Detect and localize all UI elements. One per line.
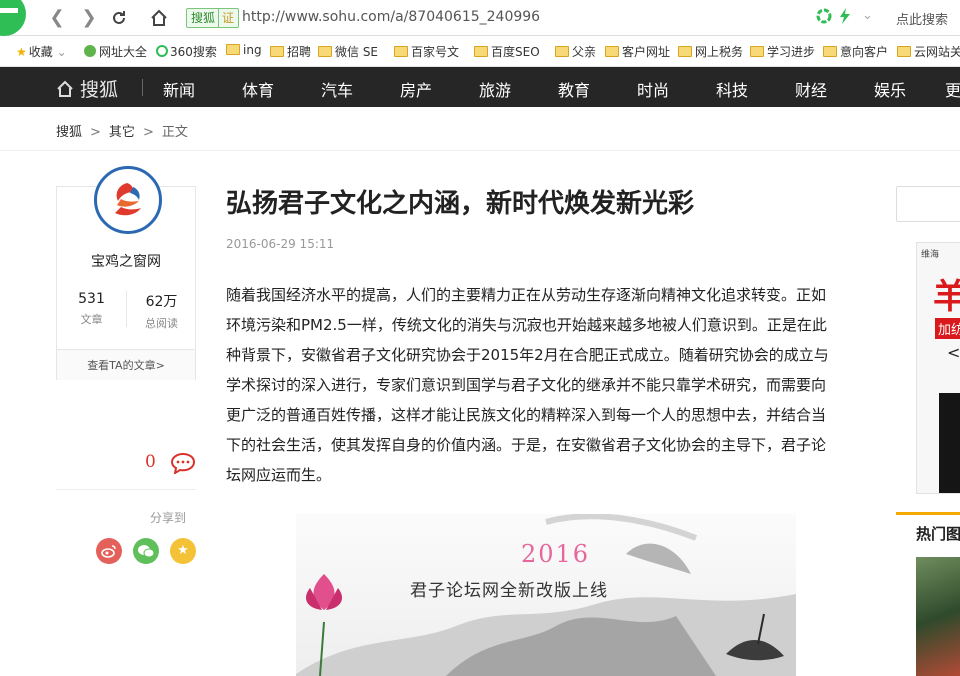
divider: [0, 150, 960, 151]
home-icon[interactable]: [146, 5, 172, 31]
home-icon: [57, 80, 73, 97]
divider: [142, 79, 143, 96]
url-field[interactable]: 搜狐证 http://www.sohu.com/a/87040615_24099…: [180, 5, 890, 31]
ad-product-image: [939, 393, 960, 493]
site-brand[interactable]: 搜狐: [56, 75, 118, 102]
nav-link[interactable]: 教育: [558, 77, 590, 101]
bookmark-item[interactable]: 意向客户: [823, 43, 888, 60]
sidebar-search-input[interactable]: [896, 186, 960, 222]
star-icon: ★: [177, 543, 189, 558]
folder-icon: [555, 46, 569, 57]
bookmark-item[interactable]: 学习进步: [750, 43, 815, 60]
article-title: 弘扬君子文化之内涵，新时代焕发新光彩: [226, 189, 695, 219]
bookmark-item[interactable]: ing: [226, 43, 262, 57]
star-icon: ★: [16, 45, 27, 59]
search-hint[interactable]: 点此搜索: [896, 9, 948, 28]
globe-icon: [84, 45, 96, 57]
bookmark-item[interactable]: ★ 收藏 ⌄: [16, 43, 67, 60]
refresh-icon[interactable]: [106, 5, 132, 31]
article-paragraph: 随着我国经济水平的提高，人们的主要精力正在从劳动生存逐渐向精神文化追求转变。正如…: [226, 286, 829, 484]
site-verified-badge[interactable]: 搜狐证: [186, 8, 240, 28]
wechat-icon: [138, 545, 155, 558]
stat-articles: 531 文章: [78, 291, 105, 326]
avatar[interactable]: [94, 166, 162, 234]
speed-mode-icon[interactable]: [838, 8, 852, 28]
url-dropdown-icon[interactable]: ⌄: [862, 8, 873, 23]
breadcrumb-home[interactable]: 搜狐: [56, 125, 82, 140]
divider: [896, 512, 960, 515]
back-icon[interactable]: ❮: [44, 5, 70, 31]
image-year-text: 2016: [521, 540, 591, 568]
folder-icon: [394, 46, 408, 57]
folder-icon: [226, 44, 240, 55]
folder-icon: [474, 46, 488, 57]
nav-link[interactable]: 新闻: [163, 77, 195, 101]
weibo-icon: [101, 545, 116, 558]
share-favorite-button[interactable]: ★: [170, 538, 196, 564]
comment-count[interactable]: 0: [145, 452, 156, 472]
nav-link[interactable]: 财经: [795, 77, 827, 101]
comment-icon[interactable]: [170, 452, 196, 478]
breadcrumb: 搜狐 > 其它 > 正文: [56, 125, 188, 140]
url-text[interactable]: http://www.sohu.com/a/87040615_240996: [242, 9, 540, 25]
hot-gallery-image[interactable]: [916, 557, 960, 676]
nav-link[interactable]: 汽车: [321, 77, 353, 101]
share-label: 分享到: [150, 511, 187, 525]
folder-icon: [318, 46, 332, 57]
bookmark-item[interactable]: 招聘: [270, 43, 311, 60]
divider: [56, 489, 196, 490]
ring-icon: [156, 45, 168, 57]
author-card: 宝鸡之窗网 531 文章 62万 总阅读 查看TA的文章>: [56, 166, 196, 380]
bookmark-item[interactable]: 网址大全: [84, 43, 147, 60]
article-date: 2016-06-29 15:11: [226, 237, 335, 251]
bookmark-item[interactable]: 父亲: [555, 43, 596, 60]
share-wechat-button[interactable]: [133, 538, 159, 564]
bookmark-item[interactable]: 360搜索: [156, 43, 217, 60]
folder-icon: [897, 46, 911, 57]
nav-link[interactable]: 娱乐: [874, 77, 906, 101]
folder-icon: [270, 46, 284, 57]
nav-link[interactable]: 旅游: [479, 77, 511, 101]
article-image: 2016 君子论坛网全新改版上线: [296, 514, 796, 676]
forward-icon[interactable]: ❯: [76, 5, 102, 31]
breadcrumb-current: 正文: [161, 125, 188, 140]
browser-logo-icon: [0, 0, 26, 36]
site-nav: 搜狐 新闻 体育 汽车 房产 旅游 教育 时尚 科技 财经 娱乐 更: [0, 67, 960, 107]
breadcrumb-category[interactable]: 其它: [109, 125, 135, 140]
nav-link[interactable]: 时尚: [637, 77, 669, 101]
sidebar-ad[interactable]: 维海 羊 加纺 <: [916, 242, 960, 494]
bookmark-item[interactable]: 微信 SE: [318, 43, 378, 60]
author-name[interactable]: 宝鸡之窗网: [57, 251, 195, 271]
view-author-articles-link[interactable]: 查看TA的文章>: [57, 349, 195, 380]
folder-icon: [678, 46, 692, 57]
image-headline-text: 君子论坛网全新改版上线: [410, 581, 608, 601]
security-icon[interactable]: [816, 8, 832, 28]
bookmark-item[interactable]: 云网站关: [897, 43, 960, 60]
nav-link[interactable]: 科技: [716, 77, 748, 101]
bookmark-item[interactable]: 百度SEO: [474, 43, 540, 60]
nav-link[interactable]: 房产: [400, 77, 432, 101]
bookmark-item[interactable]: 网上税务: [678, 43, 743, 60]
share-weibo-button[interactable]: [96, 538, 122, 564]
nav-link[interactable]: 更: [945, 77, 960, 101]
folder-icon: [823, 46, 837, 57]
bookmark-item[interactable]: 百家号文: [394, 43, 459, 60]
nav-link[interactable]: 体育: [242, 77, 274, 101]
stat-reads: 62万 总阅读: [145, 294, 178, 330]
address-bar: ❮ ❯ 搜狐证 http://www.sohu.com/a/87040615_2…: [0, 0, 960, 36]
folder-icon: [605, 46, 619, 57]
folder-icon: [750, 46, 764, 57]
hot-gallery-title[interactable]: 热门图: [916, 523, 960, 544]
bookmarks-bar: ★ 收藏 ⌄ 网址大全 360搜索 ing 招聘 微信 SE 百家号文 百度SEO…: [0, 36, 960, 67]
bookmark-item[interactable]: 客户网址: [605, 43, 670, 60]
